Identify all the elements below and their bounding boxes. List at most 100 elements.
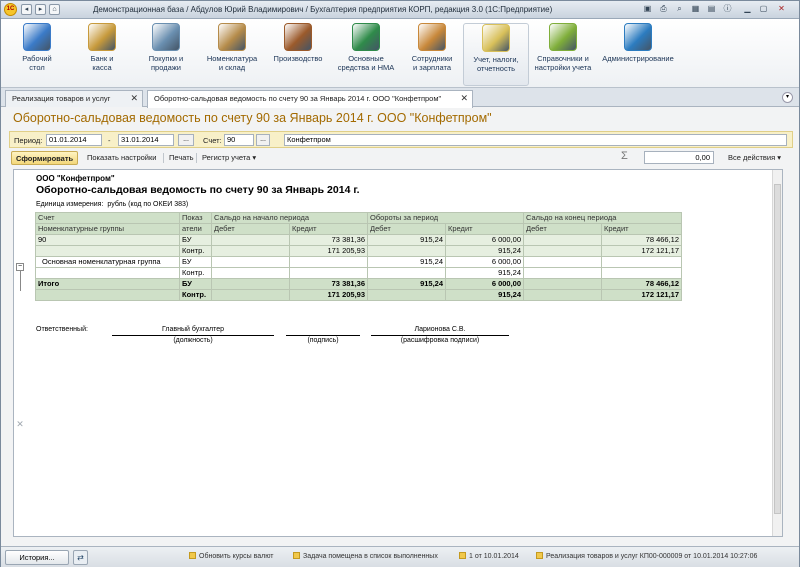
header-turnover: Обороты за период	[367, 212, 525, 224]
status-document-number[interactable]: 1 от 10.01.2014	[459, 552, 519, 560]
responsible-label: Ответственный:	[36, 326, 88, 333]
header-closing-credit: Кредит	[601, 223, 683, 235]
section-accounting[interactable]: Учет, налоги, отчетность	[463, 23, 529, 86]
calendar-icon[interactable]: ▤	[705, 3, 718, 15]
tab-close-icon[interactable]: ✕	[130, 93, 138, 104]
report-table: Счет Показ Сальдо на начало периода Обор…	[35, 212, 683, 301]
organization-input[interactable]: Конфетпром	[284, 134, 787, 146]
generate-button[interactable]: Сформировать	[11, 151, 79, 165]
app-logo-icon[interactable]: 1С	[4, 3, 17, 16]
sync-icon[interactable]: ⇄	[73, 550, 88, 565]
header-nomenclature: Номенклатурные группы	[35, 223, 180, 235]
account-label: Счет:	[203, 136, 222, 145]
info-bulb-icon	[536, 552, 543, 559]
header-opening-credit: Кредит	[288, 223, 369, 235]
period-dash: -	[108, 136, 111, 145]
section-administration[interactable]: Администрирование	[597, 23, 679, 86]
table-row-total[interactable]: Контр. 171 205,93 915,24 172 121,17	[35, 289, 683, 301]
show-settings-button[interactable]: Показать настройки	[83, 151, 160, 165]
name-value: Ларионова С.В.	[414, 326, 466, 333]
section-production[interactable]: Производство	[267, 23, 329, 86]
report-toolbar: Сформировать Показать настройки Печать Р…	[9, 150, 793, 166]
home-icon[interactable]: ⌂	[49, 4, 60, 15]
forward-icon[interactable]: ▸	[35, 4, 46, 15]
search-icon[interactable]: ⌕	[673, 3, 686, 15]
header-opening: Сальдо на начало периода	[210, 212, 369, 224]
form-title: Оборотно-сальдовая ведомость по счету 90…	[13, 111, 492, 125]
group-collapse-icon[interactable]: −	[16, 263, 24, 271]
table-row[interactable]: Контр. 171 205,93 915,24 172 121,17	[35, 245, 683, 257]
section-fixed-assets[interactable]: Основные средства и НМА	[331, 23, 401, 86]
header-closing-debit: Дебет	[523, 223, 603, 235]
close-icon[interactable]: ✕	[775, 3, 788, 15]
sigma-icon: Σ	[621, 150, 628, 162]
tab-close-icon[interactable]: ✕	[460, 93, 468, 104]
save-icon[interactable]: ▣	[641, 3, 654, 15]
section-references[interactable]: Справочники и настройки учета	[531, 23, 595, 86]
section-employees[interactable]: Сотрудники и зарплата	[403, 23, 461, 86]
header-account: Счет	[35, 212, 180, 224]
table-row[interactable]: Основная номенклатурная группа БУ 915,24…	[35, 256, 683, 268]
header-indicator: Показ	[179, 212, 212, 224]
section-purchases[interactable]: Покупки и продажи	[135, 23, 197, 86]
tab-sales[interactable]: Реализация товаров и услуг ✕	[5, 90, 143, 107]
table-row[interactable]: Контр. 915,24	[35, 267, 683, 279]
report-parameters: Период: 01.01.2014 - 31.01.2014 ... Счет…	[9, 131, 793, 148]
header-turnover-credit: Кредит	[445, 223, 525, 235]
minimize-icon[interactable]: ▁	[741, 3, 754, 15]
sign-caption: (подпись)	[307, 337, 339, 344]
history-button[interactable]: История...	[5, 550, 69, 565]
admin-icon	[624, 23, 652, 51]
scrollbar-thumb[interactable]	[774, 184, 781, 514]
panel-toggle-icon[interactable]: ✕	[13, 419, 27, 439]
period-from-input[interactable]: 01.01.2014	[46, 134, 102, 146]
tab-report[interactable]: Оборотно-сальдовая ведомость по счету 90…	[147, 90, 473, 108]
employees-icon	[418, 23, 446, 51]
maximize-icon[interactable]: ▢	[757, 3, 770, 15]
status-update-rates[interactable]: Обновить курсы валют	[189, 552, 274, 560]
report-units: Единица измерения: рубль (код по ОКЕИ 383…	[36, 201, 189, 208]
sum-field: 0,00	[644, 151, 714, 164]
warehouse-icon	[218, 23, 246, 51]
info-bulb-icon	[293, 552, 300, 559]
register-button[interactable]: Регистр учета ▾	[198, 151, 260, 165]
main-window: 1С ◂ ▸ ⌂ Демонстрационная база / Абдулов…	[0, 0, 800, 567]
position-caption: (должность)	[173, 337, 213, 344]
calculator-icon[interactable]: ▦	[689, 3, 702, 15]
print-icon[interactable]: ⎙	[657, 3, 670, 15]
section-bank[interactable]: Банк и касса	[71, 23, 133, 86]
header-indicator-2: атели	[179, 223, 212, 235]
account-input[interactable]: 90	[224, 134, 254, 146]
table-row-total[interactable]: Итого БУ 73 381,36 915,24 6 000,00 78 46…	[35, 278, 683, 290]
period-select-button[interactable]: ...	[178, 134, 194, 146]
title-bar: 1С ◂ ▸ ⌂ Демонстрационная база / Абдулов…	[1, 1, 799, 19]
info-bulb-icon	[189, 552, 196, 559]
account-select-button[interactable]: ...	[256, 134, 270, 146]
status-last-document[interactable]: Реализация товаров и услуг КП00-000009 о…	[536, 552, 757, 560]
table-row[interactable]: 90 БУ 73 381,36 915,24 6 000,00 78 466,1…	[35, 234, 683, 246]
report-org: ООО "Конфетпром"	[36, 174, 115, 183]
vertical-scrollbar[interactable]	[772, 170, 782, 536]
production-icon	[284, 23, 312, 51]
all-actions-button[interactable]: Все действия ▾	[724, 151, 785, 165]
assets-icon	[352, 23, 380, 51]
report-title: Оборотно-сальдовая ведомость по счету 90…	[36, 184, 360, 196]
period-to-input[interactable]: 31.01.2014	[118, 134, 174, 146]
sections-panel: Рабочий стол Банк и касса Покупки и прод…	[1, 19, 799, 88]
period-label: Период:	[14, 136, 43, 145]
name-caption: (расшифровка подписи)	[400, 337, 480, 344]
position-value: Главный бухгалтер	[162, 326, 224, 333]
section-nomenclature[interactable]: Номенклатура и склад	[199, 23, 265, 86]
header-opening-debit: Дебет	[211, 223, 290, 235]
window-title: Демонстрационная база / Абдулов Юрий Вла…	[93, 5, 553, 14]
section-desktop[interactable]: Рабочий стол	[7, 23, 67, 86]
tabs-dropdown-icon[interactable]: ▾	[782, 92, 793, 103]
desktop-icon	[23, 23, 51, 51]
info-icon[interactable]: ⓘ	[721, 3, 734, 15]
header-closing: Сальдо на конец периода	[523, 212, 683, 224]
back-icon[interactable]: ◂	[21, 4, 32, 15]
print-button[interactable]: Печать	[165, 151, 198, 165]
tabs-bar: Реализация товаров и услуг ✕ Оборотно-са…	[1, 88, 799, 108]
cart-icon	[152, 23, 180, 51]
status-task-done[interactable]: Задача помещена в список выполненных	[293, 552, 438, 560]
